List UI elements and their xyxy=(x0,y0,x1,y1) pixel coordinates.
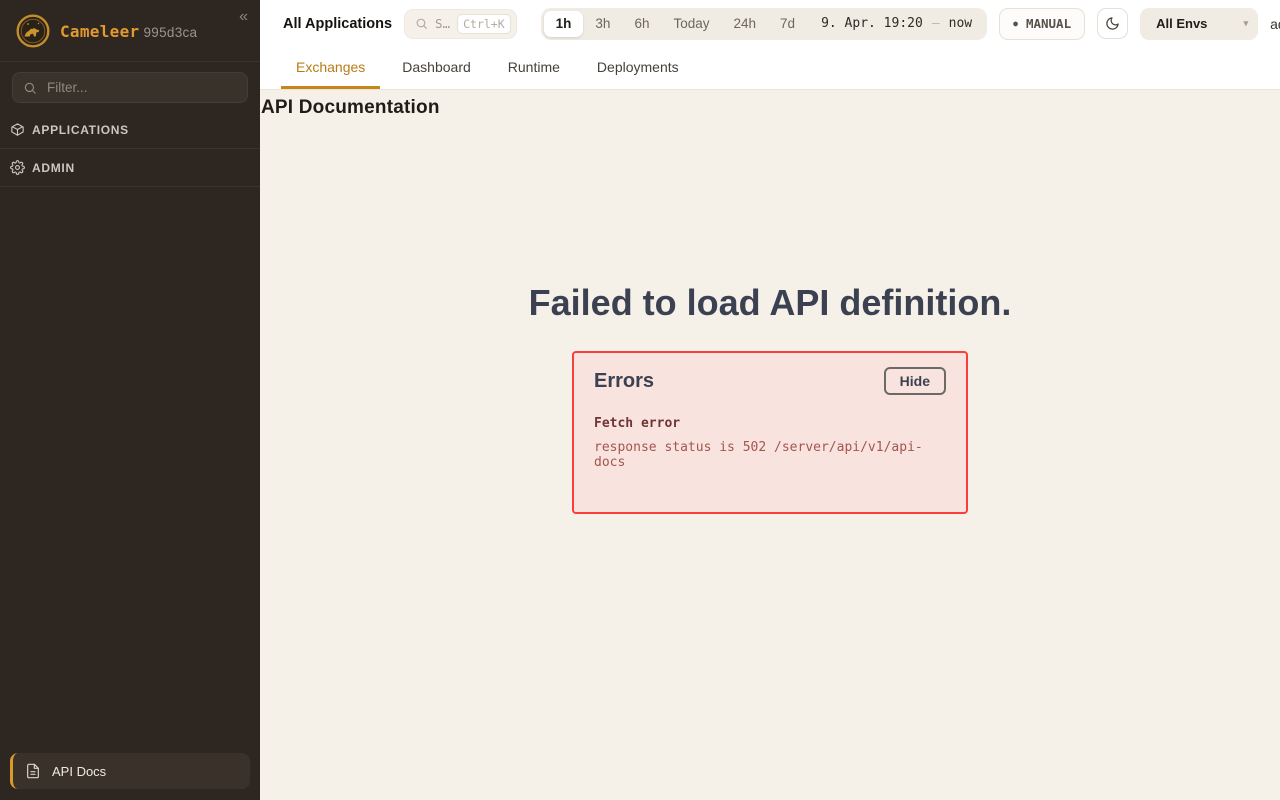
time-range-3h[interactable]: 3h xyxy=(583,11,622,37)
sidebar-item-applications[interactable]: APPLICATIONS xyxy=(0,111,260,149)
tab-exchanges[interactable]: Exchanges xyxy=(281,47,380,89)
file-text-icon xyxy=(25,763,41,779)
sidebar-item-api-docs[interactable]: API Docs xyxy=(10,753,250,789)
sidebar-section-label: APPLICATIONS xyxy=(32,123,129,137)
error-entry: Fetch error response status is 502 /serv… xyxy=(594,416,946,470)
topbar: All Applications S… Ctrl+K 1h 3h 6h Toda… xyxy=(260,0,1280,47)
sidebar-section-label: ADMIN xyxy=(32,161,75,175)
tab-runtime[interactable]: Runtime xyxy=(493,47,575,89)
global-search-button[interactable]: S… Ctrl+K xyxy=(404,9,517,39)
range-separator: — xyxy=(932,16,940,31)
search-placeholder-text: S… xyxy=(435,16,450,31)
hide-errors-button[interactable]: Hide xyxy=(884,367,946,395)
filter-input[interactable] xyxy=(45,79,237,96)
brand-name: Cameleer995d3ca xyxy=(60,22,197,41)
tab-dashboard[interactable]: Dashboard xyxy=(387,47,486,89)
env-select-value: All Envs xyxy=(1156,16,1207,31)
tabsbar: Exchanges Dashboard Runtime Deployments xyxy=(260,47,1280,90)
time-range-24h[interactable]: 24h xyxy=(722,11,769,37)
camel-logo-icon xyxy=(16,14,50,48)
errors-title: Errors xyxy=(594,370,654,393)
gear-icon xyxy=(10,160,25,175)
sidebar-item-admin[interactable]: ADMIN xyxy=(0,149,260,187)
search-icon xyxy=(415,17,428,30)
cube-icon xyxy=(10,122,25,137)
sidebar: Cameleer995d3ca « APPLICATIONS A xyxy=(0,0,260,800)
chevron-down-icon: ▾ xyxy=(1244,18,1249,29)
search-icon xyxy=(23,81,37,95)
sidebar-collapse-icon[interactable]: « xyxy=(239,9,248,25)
time-range-group: 1h 3h 6h Today 24h 7d 9. Apr. 19:20 — no… xyxy=(541,8,987,40)
sidebar-header: Cameleer995d3ca « xyxy=(0,0,260,62)
tab-deployments[interactable]: Deployments xyxy=(582,47,694,89)
env-select[interactable]: All Envs ▾ xyxy=(1140,8,1258,40)
time-range-6h[interactable]: 6h xyxy=(622,11,661,37)
time-range-1h[interactable]: 1h xyxy=(544,11,584,37)
theme-toggle-button[interactable] xyxy=(1097,8,1128,39)
page-context-title: All Applications xyxy=(283,16,392,32)
sidebar-footer: API Docs xyxy=(0,744,260,800)
error-entry-message: response status is 502 /server/api/v1/ap… xyxy=(594,440,946,470)
filter-wrap xyxy=(0,62,260,111)
fail-headline: Failed to load API definition. xyxy=(260,282,1280,324)
filter-box[interactable] xyxy=(12,72,248,103)
error-entry-title: Fetch error xyxy=(594,416,946,431)
time-range-7d[interactable]: 7d xyxy=(768,11,807,37)
errors-panel: Errors Hide Fetch error response status … xyxy=(572,351,968,514)
brand-suffix: 995d3ca xyxy=(143,25,197,40)
manual-label: MANUAL xyxy=(1026,16,1071,31)
search-shortcut-kbd: Ctrl+K xyxy=(457,14,511,34)
range-to: now xyxy=(949,16,972,31)
sidebar-item-label: API Docs xyxy=(52,764,106,779)
time-range-today[interactable]: Today xyxy=(661,11,721,37)
status-dot: ● xyxy=(1013,20,1018,28)
user-name[interactable]: admin xyxy=(1270,16,1280,32)
manual-refresh-button[interactable]: ● MANUAL xyxy=(999,8,1085,40)
main-area: All Applications S… Ctrl+K 1h 3h 6h Toda… xyxy=(260,0,1280,800)
moon-icon xyxy=(1105,16,1120,31)
errors-panel-header: Errors Hide xyxy=(594,367,946,395)
content-area: API Documentation Failed to load API def… xyxy=(260,90,1280,800)
range-from: 9. Apr. 19:20 xyxy=(821,16,923,31)
page-title: API Documentation xyxy=(260,90,1280,119)
time-range-display[interactable]: 9. Apr. 19:20 — now xyxy=(807,16,984,31)
